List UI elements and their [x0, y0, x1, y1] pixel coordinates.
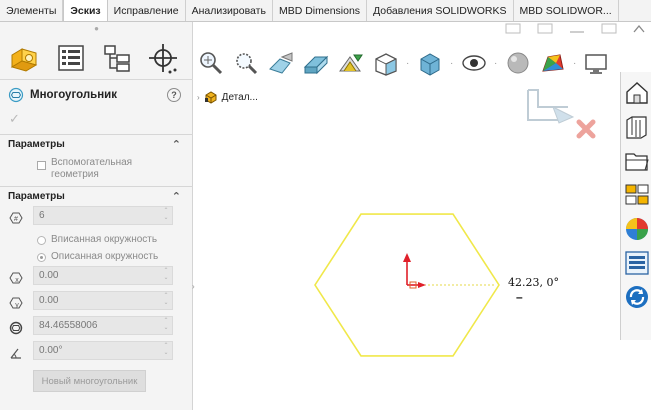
- tab-features[interactable]: Элементы: [0, 0, 64, 21]
- help-icon[interactable]: ?: [167, 88, 181, 102]
- window-controls: [505, 23, 645, 34]
- spin-buttons[interactable]: ⌃ ⌄: [162, 343, 170, 358]
- zoom-to-fit-icon[interactable]: [196, 46, 226, 80]
- section-header-options[interactable]: Параметры ⌃: [0, 134, 193, 154]
- center-y-icon: y: [9, 297, 23, 309]
- chevron-up-icon[interactable]: ⌃: [172, 138, 181, 151]
- chevron-right-icon[interactable]: ›: [197, 93, 200, 102]
- construction-geometry-checkbox[interactable]: [37, 161, 46, 170]
- new-polygon-button[interactable]: Новый многоугольник: [33, 370, 146, 392]
- chevron-up-icon[interactable]: ⌃: [172, 190, 181, 203]
- tab-evaluate-fix[interactable]: Исправление: [108, 0, 186, 21]
- tab-mbd-dimensions[interactable]: MBD Dimensions: [273, 0, 368, 21]
- configuration-manager-icon[interactable]: [98, 39, 136, 77]
- previous-view-icon[interactable]: [266, 46, 296, 80]
- polygon-sides-icon: #: [9, 212, 23, 224]
- appearances-icon[interactable]: [624, 216, 650, 242]
- part-name: Детал...: [221, 91, 258, 103]
- dynamic-annotation-icon[interactable]: [336, 46, 366, 80]
- circumscribed-circle-radio[interactable]: [37, 253, 46, 262]
- page-title: Многоугольник: [30, 89, 117, 101]
- spin-buttons[interactable]: ⌃ ⌄: [162, 268, 170, 283]
- heads-up-view-toolbar: · · · ·: [196, 40, 612, 86]
- center-x-input[interactable]: 0.00 ⌃ ⌄: [33, 266, 173, 285]
- edit-appearance-icon[interactable]: [503, 46, 533, 80]
- svg-text:y: y: [15, 302, 19, 309]
- section-title: Параметры: [8, 139, 65, 150]
- section-view-icon[interactable]: [301, 46, 331, 80]
- center-y-input[interactable]: 0.00 ⌃ ⌄: [33, 291, 173, 310]
- view-settings-icon[interactable]: [582, 46, 612, 80]
- cancel-icon[interactable]: [576, 119, 596, 139]
- view-orientation-icon[interactable]: [371, 46, 401, 80]
- manager-tab-strip: [0, 36, 193, 80]
- angle-icon: [10, 348, 21, 359]
- panel-collapse-handle[interactable]: ●: [0, 22, 193, 34]
- zoom-to-area-icon[interactable]: [231, 46, 261, 80]
- inscribed-circle-radio[interactable]: [37, 236, 46, 245]
- spin-buttons[interactable]: ⌃ ⌄: [162, 208, 170, 223]
- angle-input[interactable]: 0.00° ⌃ ⌄: [33, 341, 173, 360]
- command-manager-tabs: Элементы Эскиз Исправление Анализировать…: [0, 0, 651, 22]
- refresh-icon[interactable]: [624, 284, 650, 310]
- dimension-minus-sign: –: [516, 290, 523, 304]
- exit-sketch-icon[interactable]: [527, 89, 575, 124]
- tab-analyze[interactable]: Анализировать: [186, 0, 273, 21]
- spin-buttons[interactable]: ⌃ ⌄: [162, 293, 170, 308]
- origin-icon: [403, 253, 426, 288]
- file-explorer-icon[interactable]: [624, 148, 650, 174]
- custom-properties-icon[interactable]: [624, 250, 650, 276]
- feature-manager-icon[interactable]: [6, 39, 44, 77]
- property-manager-panel: ● Многоугольник ? ✓ Параметры ⌃ Вспомога…: [0, 22, 195, 410]
- section-header-parameters[interactable]: Параметры ⌃: [0, 186, 193, 206]
- design-library-icon[interactable]: [624, 114, 650, 140]
- property-manager-header: Многоугольник ?: [0, 84, 193, 106]
- dropdown-dot[interactable]: ·: [573, 58, 577, 69]
- diameter-input[interactable]: 84.46558006 ⌃ ⌄: [33, 316, 173, 335]
- svg-text:#: #: [14, 216, 18, 223]
- ok-check-icon[interactable]: ✓: [9, 111, 20, 127]
- dropdown-dot[interactable]: ·: [494, 58, 498, 69]
- svg-text:x: x: [15, 277, 19, 284]
- property-manager-icon[interactable]: [52, 39, 90, 77]
- feature-tree-flyout[interactable]: › Детал...: [197, 90, 258, 104]
- dropdown-dot[interactable]: ·: [406, 58, 410, 69]
- apply-scene-icon[interactable]: [538, 46, 568, 80]
- tab-sketch[interactable]: Эскиз: [63, 0, 108, 21]
- dimension-readout: 42.23, 0°: [508, 276, 559, 289]
- construction-geometry-label: Вспомогательная геометрия: [51, 157, 133, 180]
- view-palette-icon[interactable]: [624, 182, 650, 208]
- sketch-canvas[interactable]: [196, 140, 616, 380]
- spin-buttons[interactable]: ⌃ ⌄: [162, 318, 170, 333]
- solidworks-resources-icon[interactable]: [624, 80, 650, 106]
- section-title: Параметры: [8, 191, 65, 202]
- tab-mbd-solidworks[interactable]: MBD SOLIDWOR...: [514, 0, 619, 21]
- center-x-icon: x: [9, 272, 23, 284]
- circle-diameter-icon: [9, 321, 23, 335]
- tab-solidworks-addins[interactable]: Добавления SOLIDWORKS: [367, 0, 514, 21]
- dimxpert-icon[interactable]: [144, 39, 182, 77]
- hide-show-icon[interactable]: [459, 46, 489, 80]
- display-style-icon[interactable]: [415, 46, 445, 80]
- dropdown-dot[interactable]: ·: [450, 58, 454, 69]
- circumscribed-circle-label: Описанная окружность: [51, 251, 159, 262]
- part-icon: [204, 91, 217, 104]
- sides-count-input[interactable]: 6 ⌃ ⌄: [33, 206, 173, 225]
- task-pane: [620, 72, 651, 340]
- inscribed-circle-label: Вписанная окружность: [51, 234, 158, 245]
- polygon-tool-icon: [8, 87, 24, 103]
